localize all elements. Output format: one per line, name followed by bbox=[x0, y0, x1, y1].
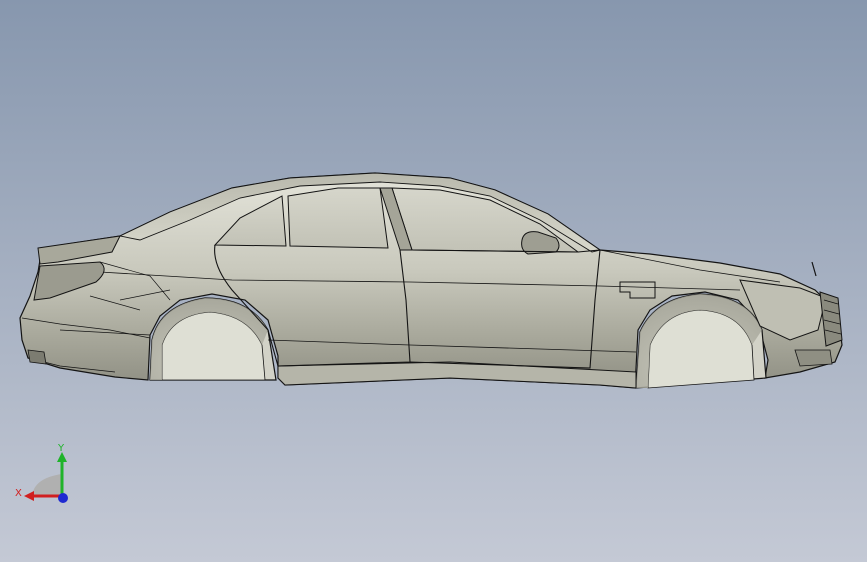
front-bumper-intake bbox=[794, 349, 833, 367]
z-axis-dot bbox=[58, 493, 68, 503]
exhaust-tip bbox=[27, 349, 47, 365]
x-axis-label: X bbox=[15, 488, 22, 499]
y-axis-label: Y bbox=[57, 443, 65, 454]
graphics-viewport[interactable]: X Y bbox=[0, 0, 867, 562]
rear-door-window bbox=[287, 187, 389, 249]
coordinate-triad: X Y bbox=[15, 443, 68, 503]
antenna bbox=[811, 261, 817, 277]
triad-gray-cone bbox=[32, 474, 62, 496]
car-body-model[interactable] bbox=[0, 0, 867, 562]
